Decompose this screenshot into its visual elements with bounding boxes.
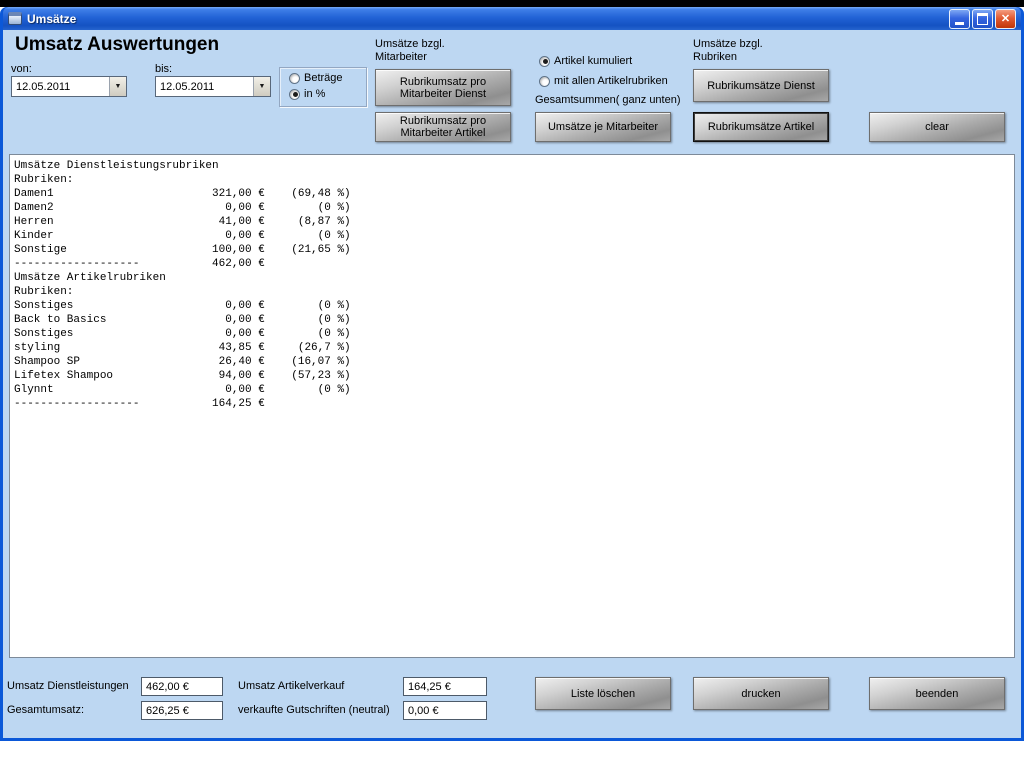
umsatz-dienstleistungen-field[interactable]	[141, 677, 223, 696]
clear-button[interactable]: clear	[869, 112, 1005, 142]
window-body: Umsatz Auswertungen von: ▼ bis: ▼ Beträg…	[3, 30, 1021, 738]
window-controls: ✕	[949, 9, 1016, 29]
screen: Umsätze ✕ Umsatz Auswertungen von: ▼ bis…	[0, 0, 1024, 776]
titlebar[interactable]: Umsätze ✕	[3, 7, 1021, 30]
gutschriften-field[interactable]	[403, 701, 487, 720]
umsatz-artikelverkauf-label: Umsatz Artikelverkauf	[238, 680, 344, 692]
beenden-button[interactable]: beenden	[869, 677, 1005, 710]
page-title: Umsatz Auswertungen	[15, 34, 219, 56]
percent-radio-label: in %	[304, 88, 325, 100]
von-label: von:	[11, 63, 32, 75]
umsatz-dienstleistungen-label: Umsatz Dienstleistungen	[7, 680, 129, 692]
mode-groupbox: Beträge in %	[279, 67, 367, 107]
betraege-radio-label: Beträge	[304, 72, 343, 84]
window-icon[interactable]	[8, 12, 22, 25]
artikel-kumuliert-radio[interactable]: Artikel kumuliert	[539, 55, 632, 67]
rubrikumsatz-pro-mitarbeiter-artikel-button[interactable]: Rubrikumsatz pro Mitarbeiter Artikel	[375, 112, 511, 142]
report-textbox[interactable]: Umsätze Dienstleistungsrubriken Rubriken…	[9, 154, 1015, 658]
betraege-radio[interactable]: Beträge	[289, 72, 343, 84]
close-icon: ✕	[1001, 12, 1010, 25]
minimize-button[interactable]	[949, 9, 970, 29]
percent-radio[interactable]: in %	[289, 88, 325, 100]
close-button[interactable]: ✕	[995, 9, 1016, 29]
bis-dropdown-button[interactable]: ▼	[253, 77, 270, 96]
bis-date-input[interactable]	[156, 77, 253, 96]
artikel-kumuliert-radio-label: Artikel kumuliert	[554, 55, 632, 67]
bis-label: bis:	[155, 63, 172, 75]
gesamtumsatz-field[interactable]	[141, 701, 223, 720]
alle-artikelrubriken-radio-label: mit allen Artikelrubriken	[554, 75, 668, 87]
bis-combobox: ▼	[155, 76, 271, 97]
desktop-strip	[0, 0, 1024, 7]
chevron-down-icon: ▼	[259, 83, 266, 90]
liste-loeschen-button[interactable]: Liste löschen	[535, 677, 671, 710]
gutschriften-label: verkaufte Gutschriften (neutral)	[238, 704, 390, 716]
mitarbeiter-caption: Umsätze bzgl. Mitarbeiter	[375, 38, 445, 64]
umsaetze-window: Umsätze ✕ Umsatz Auswertungen von: ▼ bis…	[0, 7, 1024, 741]
radio-icon	[539, 56, 550, 67]
radio-icon	[539, 76, 550, 87]
rubrikumsatz-pro-mitarbeiter-dienst-button[interactable]: Rubrikumsatz pro Mitarbeiter Dienst	[375, 69, 511, 106]
rubriken-caption: Umsätze bzgl. Rubriken	[693, 38, 763, 64]
umsaetze-je-mitarbeiter-button[interactable]: Umsätze je Mitarbeiter	[535, 112, 671, 142]
radio-icon	[289, 89, 300, 100]
von-dropdown-button[interactable]: ▼	[109, 77, 126, 96]
gesamtumsatz-label: Gesamtumsatz:	[7, 704, 84, 716]
rubrikumsaetze-dienst-button[interactable]: Rubrikumsätze Dienst	[693, 69, 829, 102]
radio-icon	[289, 73, 300, 84]
von-date-input[interactable]	[12, 77, 109, 96]
von-combobox: ▼	[11, 76, 127, 97]
gesamtsummen-label: Gesamtsummen( ganz unten)	[535, 94, 681, 106]
maximize-button[interactable]	[972, 9, 993, 29]
rubrikumsaetze-artikel-button[interactable]: Rubrikumsätze Artikel	[693, 112, 829, 142]
window-title: Umsätze	[27, 12, 76, 26]
drucken-button[interactable]: drucken	[693, 677, 829, 710]
umsatz-artikelverkauf-field[interactable]	[403, 677, 487, 696]
alle-artikelrubriken-radio[interactable]: mit allen Artikelrubriken	[539, 75, 668, 87]
chevron-down-icon: ▼	[115, 83, 122, 90]
